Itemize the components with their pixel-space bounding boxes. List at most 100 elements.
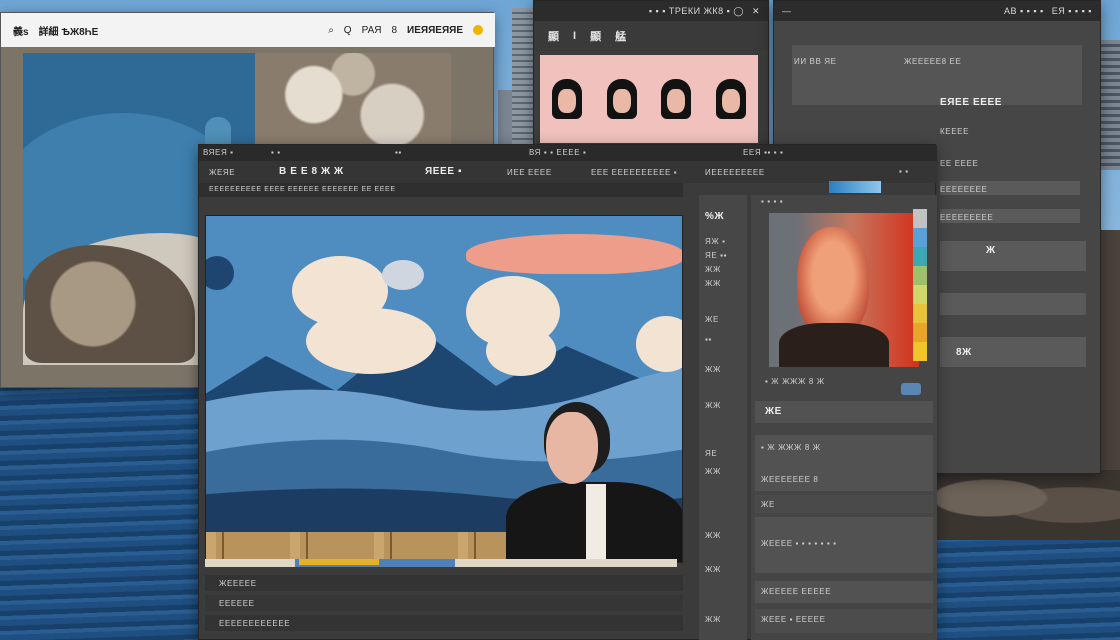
moon xyxy=(206,256,234,290)
cliff xyxy=(1100,230,1120,490)
tool-button[interactable]: ЖЖ xyxy=(705,615,721,624)
portrait-thumb[interactable] xyxy=(606,79,637,119)
toolbar-item[interactable]: В Е Е 8 Ж Ж xyxy=(279,166,344,177)
portraits-title: ▪ ▪ ▪ ТРЕКИ ЖК8 ▪ ◯ xyxy=(648,5,744,16)
settings-label: ЕЕЕЕЕЕЕЕ xyxy=(940,185,988,194)
nav-link-long[interactable]: ИЕЯЯЕЯЯЕ xyxy=(407,25,463,36)
figure-collar xyxy=(586,484,606,562)
avatar[interactable] xyxy=(473,25,483,35)
swatch[interactable] xyxy=(913,228,927,247)
tool-button[interactable]: ЖЖ xyxy=(705,265,721,274)
search-icon[interactable]: ⌕ xyxy=(328,25,334,36)
panel-row[interactable]: ЖЕЕЕЕ ▪ ▪ ▪ ▪ ▪ ▪ ▪ xyxy=(755,517,933,573)
panel-label: ЖЕЕЕЕЕЕЕ 8 xyxy=(761,475,819,484)
tab-2[interactable]: I xyxy=(573,30,576,42)
tool-button[interactable]: ЯЕ ▪▪ xyxy=(705,251,727,260)
tool-button[interactable]: %Ж xyxy=(705,211,724,222)
tool-button[interactable]: ЯЖ ▪ xyxy=(705,237,726,246)
timeline-marker[interactable] xyxy=(299,559,379,565)
swatch[interactable] xyxy=(913,209,927,228)
layers-panel: ▪ ▪ ▪ ▪ ▪ Ж ЖЖЖ 8 Ж ЖЕ ▪ Ж ЖЖЖ 8 Ж ЖЕЕЕЕ… xyxy=(751,195,937,640)
status-text: ЖЕЕЕЕЕ xyxy=(219,579,257,588)
menu-item[interactable]: ЕЕЯ ▪▪ ▪ ▪ xyxy=(743,148,783,157)
tool-button[interactable]: ЖЖ xyxy=(705,565,721,574)
portrait-thumb[interactable] xyxy=(715,79,746,119)
swatch[interactable] xyxy=(913,342,927,361)
tab-3[interactable]: 顯 xyxy=(590,28,601,44)
portraits-window[interactable]: ▪ ▪ ▪ ТРЕКИ ЖК8 ▪ ◯ ✕ 顯 I 顯 艋 xyxy=(533,0,769,146)
preview-body xyxy=(779,323,889,367)
panel-row[interactable]: ЖЕ xyxy=(755,495,933,513)
portrait-thumb[interactable] xyxy=(552,79,583,119)
panel-row[interactable]: ЖЕЕЕ ▪ ЕЕЕЕЕ xyxy=(755,609,933,633)
toolbar-item[interactable]: ▪ ▪ xyxy=(899,167,909,176)
editor-window[interactable]: ВЯЕЯ ▪ ▪ ▪ ▪▪ ВЯ ▪ ▪ ЕЕЕЕ ▪ ЕЕЯ ▪▪ ▪ ▪ Ж… xyxy=(198,144,937,640)
portrait-thumb[interactable] xyxy=(661,79,692,119)
tool-button[interactable]: ЯЕ xyxy=(705,449,717,458)
status-text: ЕЕЕЕЕЕЕЕЕЕЕЕ xyxy=(219,619,291,628)
pink-cloud xyxy=(466,234,682,274)
tool-button[interactable]: ЖЖ xyxy=(705,467,721,476)
nav-link-pa[interactable]: РАЯ xyxy=(362,25,382,36)
settings-title-2: АВ ▪ ▪ ▪ ▪ xyxy=(1003,6,1044,16)
toolbar-item[interactable]: ИЕЕЕЕЕЕЕЕЕ xyxy=(705,168,765,177)
swatch[interactable] xyxy=(913,304,927,323)
settings-label: ИИ ВВ ЯЕ xyxy=(794,57,837,66)
preview-face xyxy=(797,227,869,337)
menu-item[interactable]: ▪ ▪ xyxy=(271,148,281,157)
toolbar-item[interactable]: ИЕЕ ЕЕЕЕ xyxy=(507,168,552,177)
panel-label: ЖЕ xyxy=(765,406,782,417)
swatch[interactable] xyxy=(913,266,927,285)
swatch[interactable] xyxy=(913,285,927,304)
editor-menubar: ВЯЕЯ ▪ ▪ ▪ ▪▪ ВЯ ▪ ▪ ЕЕЕЕ ▪ ЕЕЯ ▪▪ ▪ ▪ xyxy=(199,145,937,161)
tool-button[interactable]: ЖЕ xyxy=(705,315,719,324)
tab-4[interactable]: 艋 xyxy=(615,28,626,44)
settings-row[interactable] xyxy=(940,293,1086,315)
settings-label: ЕЕ ЕЕЕЕ xyxy=(940,159,979,168)
settings-label: Ж xyxy=(986,245,996,256)
tool-button[interactable]: ЖЖ xyxy=(705,401,721,410)
editor-toolbar: ЖЕЯЕ В Е Е 8 Ж Ж ЯЕЕЕ ▪ ИЕЕ ЕЕЕЕ ЕЕЕ ЕЕЕ… xyxy=(199,161,937,193)
panel-row[interactable]: ▪ Ж ЖЖЖ 8 Ж ЖЕЕЕЕЕЕЕ 8 xyxy=(755,435,933,491)
toolbar-item[interactable]: ЖЕЯЕ xyxy=(209,168,235,177)
toolbar-item[interactable]: ЯЕЕЕ ▪ xyxy=(425,166,462,177)
nav-logo[interactable]: 義ѕ xyxy=(13,23,29,38)
artwork-rocks[interactable] xyxy=(255,53,451,157)
navigator-swatch[interactable] xyxy=(901,383,921,395)
options-text: ЕЕЕЕЕЕЕЕЕЕ ЕЕЕЕ ЕЕЕЕЕЕ ЕЕЕЕЕЕЕ ЕЕ ЕЕЕЕ xyxy=(209,186,396,193)
panel-label: ▪ Ж ЖЖЖ 8 Ж xyxy=(765,377,825,386)
tool-button[interactable]: ЖЖ xyxy=(705,365,721,374)
cloud xyxy=(306,308,436,374)
settings-label: ЖЕЕЕЕЕ8 ЕЕ xyxy=(904,57,962,66)
toolbar-item[interactable]: ЕЕЕ ЕЕЕЕЕЕЕЕЕЕ ▪ xyxy=(591,168,677,177)
panel-row[interactable]: ЖЕЕЕЕЕ ЕЕЕЕЕ xyxy=(755,581,933,603)
nav-link-8[interactable]: 8 xyxy=(391,25,397,36)
tool-button[interactable]: ▪▪ xyxy=(705,335,712,344)
tool-button[interactable]: ЖЖ xyxy=(705,531,721,540)
portrait-preview[interactable] xyxy=(769,213,919,367)
swatch[interactable] xyxy=(913,247,927,266)
nav-title[interactable]: 詳細 ѢЖ8ҺЕ xyxy=(39,23,99,38)
menu-item[interactable]: ВЯ ▪ ▪ ЕЕЕЕ ▪ xyxy=(529,148,586,157)
settings-label: ЕЕЕЕЕЕЕЕЕ xyxy=(940,213,994,222)
swatch[interactable] xyxy=(913,323,927,342)
close-icon[interactable]: ✕ xyxy=(752,6,760,17)
panel-header: ▪ ▪ ▪ ▪ xyxy=(761,197,784,206)
figure-face xyxy=(546,412,598,484)
tool-button[interactable]: ЖЖ xyxy=(705,279,721,288)
status-text: ЕЕЕЕЕЕ xyxy=(219,599,255,608)
small-cloud xyxy=(382,260,424,290)
nav-link-q[interactable]: Q xyxy=(344,25,352,36)
menu-item[interactable]: ▪▪ xyxy=(395,148,402,157)
portrait-thumbnails xyxy=(540,55,758,143)
panel-label: ЖЕЕЕЕЕ ЕЕЕЕЕ xyxy=(761,587,832,596)
rocks xyxy=(934,470,1120,540)
tab-1[interactable]: 顯 xyxy=(548,28,559,44)
settings-title-3: ЕЯ ▪ ▪ ▪ ▪ xyxy=(1051,6,1092,16)
image-canvas[interactable] xyxy=(205,215,683,563)
menu-item[interactable]: ВЯЕЯ ▪ xyxy=(203,148,234,157)
panel-row[interactable]: ЖЕ xyxy=(755,401,933,423)
cloud xyxy=(486,326,556,376)
gradient-swatch[interactable] xyxy=(829,181,881,193)
settings-slider[interactable] xyxy=(940,241,1086,271)
